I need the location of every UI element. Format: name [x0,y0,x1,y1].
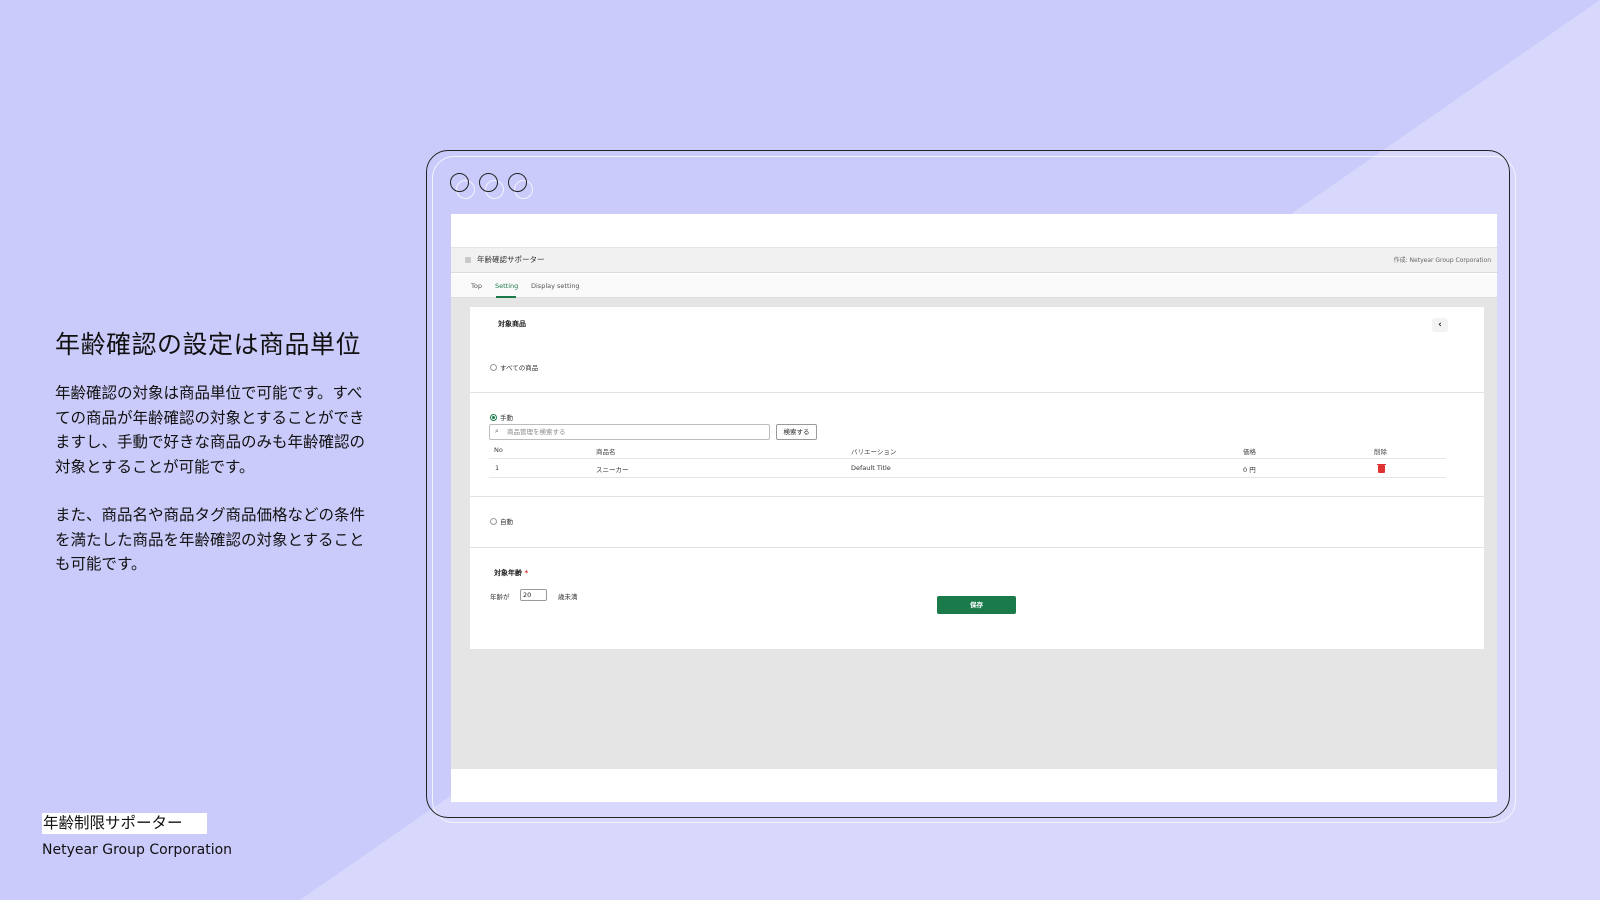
chevron-left-icon: ‹ [1438,320,1442,330]
target-age-title: 対象年齢 * [494,568,528,578]
product-search-input[interactable] [507,426,762,438]
product-search-input-wrapper: ⌕ [489,424,770,440]
age-suffix-label: 歳未満 [558,593,578,601]
company-name: Netyear Group Corporation [42,842,233,858]
save-button[interactable]: 保存 [937,596,1016,614]
tab-setting[interactable]: Setting [495,282,518,290]
app-screen: 年齢確認サポーター 作成: Netyear Group Corporation … [451,214,1497,802]
age-input[interactable] [520,589,547,601]
section-divider [470,392,1484,393]
section-divider [470,496,1484,497]
required-mark: * [524,569,529,577]
table-cell-name: スニーカー [596,466,629,474]
table-header-delete: 削除 [1374,448,1387,456]
headline: 年齢確認の設定は商品単位 [55,330,362,359]
table-cell-no: 1 [495,464,500,472]
radio-all-products[interactable] [490,364,497,371]
body-paragraph-1: 年齢確認の対象は商品単位で可能です。すべての商品が年齢確認の対象とすることができ… [55,384,366,476]
trash-icon[interactable] [1377,463,1386,473]
table-header-name: 商品名 [596,448,616,456]
app-title: 年齢確認サポーター [477,255,545,264]
tab-top[interactable]: Top [471,282,482,290]
table-cell-variation: Default Title [851,464,891,472]
radio-automatic-label: 自動 [500,518,513,526]
section-divider [470,547,1484,548]
table-header-variation: バリエーション [851,448,897,456]
window-minimize-dot[interactable] [479,173,498,192]
collapse-button[interactable]: ‹ [1432,318,1448,332]
search-button[interactable]: 検索する [776,424,817,440]
target-age-title-text: 対象年齢 [494,569,522,577]
table-header-divider [489,458,1446,459]
app-icon [465,257,471,263]
radio-manual[interactable] [490,414,497,421]
brand-name: 年齢制限サポーター [42,813,207,834]
table-header-no: No [494,446,503,454]
window-close-dot[interactable] [450,173,469,192]
tab-bar: Top Setting Display setting [451,274,1497,298]
table-cell-price: 0 円 [1243,466,1256,474]
settings-card: 対象商品 ‹ すべての商品 手動 ⌕ 検索する No 商品名 バリエーション 価… [470,307,1484,649]
radio-manual-label: 手動 [500,414,513,422]
target-products-title: 対象商品 [498,320,526,328]
body-copy: 年齢確認の対象は商品単位で可能です。すべての商品が年齢確認の対象とすることができ… [55,381,375,601]
body-paragraph-2: また、商品名や商品タグ商品価格などの条件を満たした商品を年齢確認の対象とすること… [55,506,366,573]
search-icon: ⌕ [495,427,499,435]
app-header: 年齢確認サポーター 作成: Netyear Group Corporation [451,247,1497,273]
table-header-price: 価格 [1243,448,1256,456]
tab-display-setting[interactable]: Display setting [531,282,580,290]
radio-automatic[interactable] [490,518,497,525]
age-prefix-label: 年齢が [490,593,510,601]
app-creator: 作成: Netyear Group Corporation [1393,257,1491,264]
radio-all-products-label: すべての商品 [500,364,539,372]
window-maximize-dot[interactable] [508,173,527,192]
table-row-divider [489,477,1446,478]
